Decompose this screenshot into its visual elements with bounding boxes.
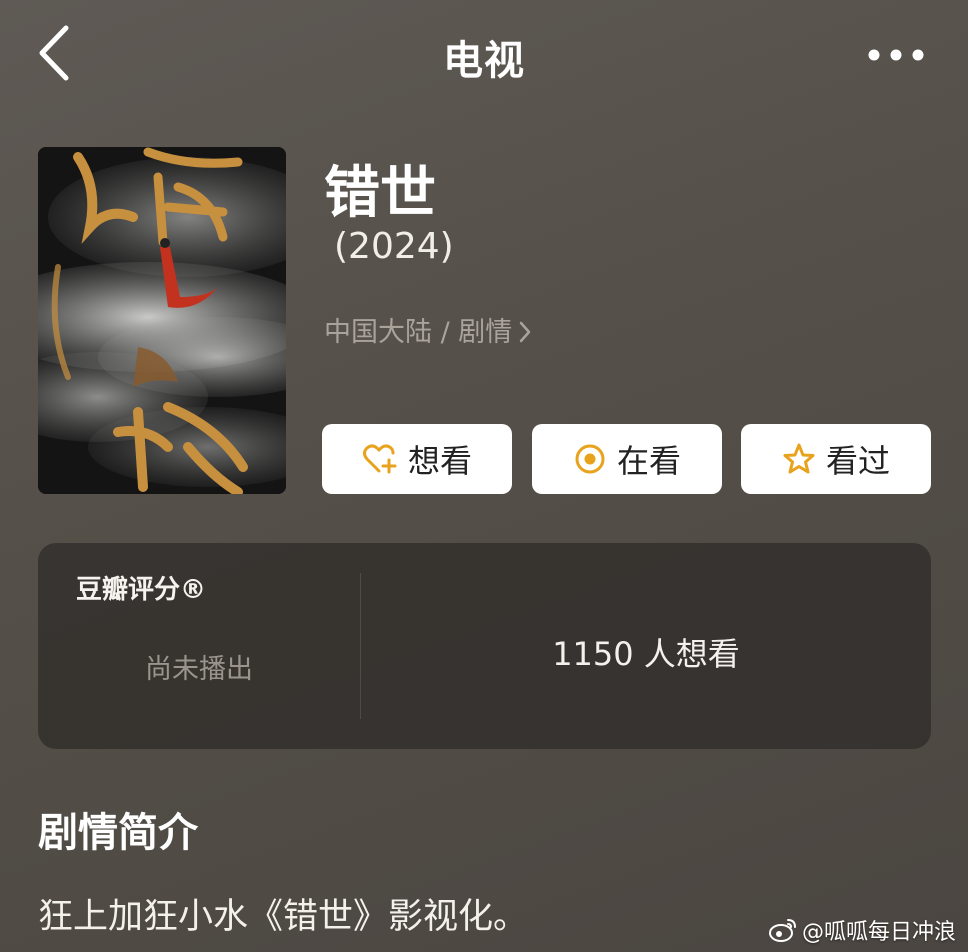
- target-icon: [575, 444, 605, 474]
- top-bar: 电视: [0, 0, 968, 110]
- watched-button[interactable]: 看过: [741, 424, 931, 494]
- star-icon: [783, 443, 815, 474]
- movie-title: 错世: [324, 161, 436, 226]
- movie-year: (2024): [334, 226, 454, 267]
- want-to-watch-button[interactable]: 想看: [322, 424, 512, 494]
- movie-meta-link[interactable]: 中国大陆 / 剧情: [324, 310, 532, 351]
- watched-label: 看过: [825, 442, 890, 480]
- heart-plus-icon: [362, 444, 397, 474]
- watching-label: 在看: [616, 442, 681, 480]
- rating-card[interactable]: 豆瓣评分® 尚未播出 1150 人想看: [38, 543, 931, 749]
- more-button[interactable]: [866, 40, 926, 70]
- watching-button[interactable]: 在看: [532, 424, 722, 494]
- watermark: @呱呱每日冲浪: [768, 914, 956, 946]
- poster-artwork: [38, 147, 286, 494]
- synopsis-heading: 剧情简介: [38, 810, 198, 856]
- chevron-right-icon: [518, 320, 532, 351]
- synopsis-text: 狂上加狂小水《错世》影视化。: [38, 897, 529, 937]
- movie-meta-text: 中国大陆 / 剧情: [324, 317, 513, 348]
- more-dots-icon: [868, 49, 924, 61]
- watermark-text: @呱呱每日冲浪: [801, 920, 956, 945]
- want-to-watch-label: 想看: [407, 442, 472, 480]
- rating-label: 豆瓣评分®: [76, 575, 207, 605]
- want-count: 1150 人想看: [552, 635, 740, 673]
- nav-title: 电视: [443, 38, 525, 84]
- poster-image[interactable]: [38, 147, 286, 494]
- rating-status: 尚未播出: [145, 654, 253, 685]
- weibo-icon: [768, 919, 796, 942]
